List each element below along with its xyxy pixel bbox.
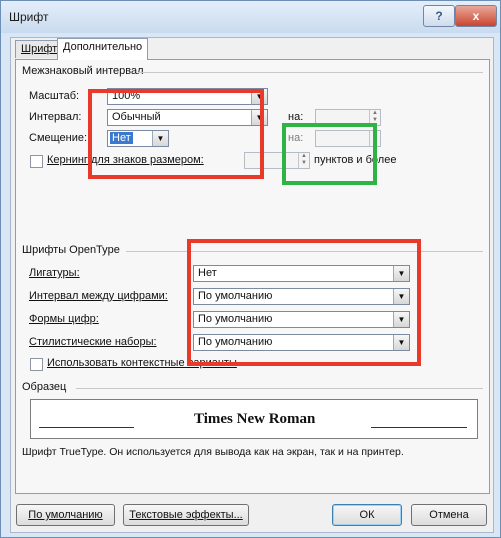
contextual-checkbox[interactable] bbox=[30, 358, 43, 371]
red-highlight-opentype bbox=[187, 239, 421, 366]
close-button[interactable]: x bbox=[455, 5, 497, 27]
set-default-button[interactable]: По умолчанию bbox=[16, 504, 115, 526]
tab-advanced[interactable]: Дополнительно bbox=[57, 38, 149, 60]
separator bbox=[76, 388, 483, 389]
scale-label: Масштаб: bbox=[29, 90, 80, 102]
title-bar: Шрифт ? x bbox=[1, 1, 500, 33]
stylistic-sets-label: Стилистические наборы: bbox=[29, 336, 157, 348]
baseline-rule bbox=[371, 427, 467, 428]
number-spacing-label: Интервал между цифрами: bbox=[29, 290, 168, 302]
separator bbox=[138, 72, 483, 73]
ok-button[interactable]: ОК bbox=[332, 504, 402, 526]
tab-font[interactable]: Шрифт bbox=[15, 40, 64, 58]
preview-section-title: Образец bbox=[22, 381, 67, 393]
close-icon: x bbox=[472, 9, 480, 23]
help-icon: ? bbox=[435, 9, 443, 23]
kerning-checkbox[interactable] bbox=[30, 155, 43, 168]
number-forms-label: Формы цифр: bbox=[29, 313, 99, 325]
opentype-section-title: Шрифты OpenType bbox=[22, 244, 120, 256]
offset-label: Смещение: bbox=[29, 132, 88, 144]
red-highlight-spacing bbox=[88, 89, 264, 179]
text-effects-button[interactable]: Текстовые эффекты... bbox=[123, 504, 249, 526]
ligatures-label: Лигатуры: bbox=[29, 267, 80, 279]
font-dialog: Шрифт ? x Шрифт Дополнительно Межзнаковы… bbox=[0, 0, 501, 538]
cancel-button[interactable]: Отмена bbox=[411, 504, 487, 526]
preview-description: Шрифт TrueType. Он используется для выво… bbox=[22, 446, 404, 458]
preview-sample-text: Times New Roman bbox=[194, 411, 316, 427]
dialog-title: Шрифт bbox=[9, 10, 49, 24]
green-highlight-by-fields bbox=[282, 123, 377, 185]
help-button[interactable]: ? bbox=[423, 5, 455, 27]
spacing-section-title: Межзнаковый интервал bbox=[22, 65, 144, 77]
preview-box: Times New Roman bbox=[30, 399, 478, 439]
interval-label: Интервал: bbox=[29, 111, 82, 123]
interval-by-label: на: bbox=[288, 111, 304, 123]
baseline-rule bbox=[39, 427, 134, 428]
